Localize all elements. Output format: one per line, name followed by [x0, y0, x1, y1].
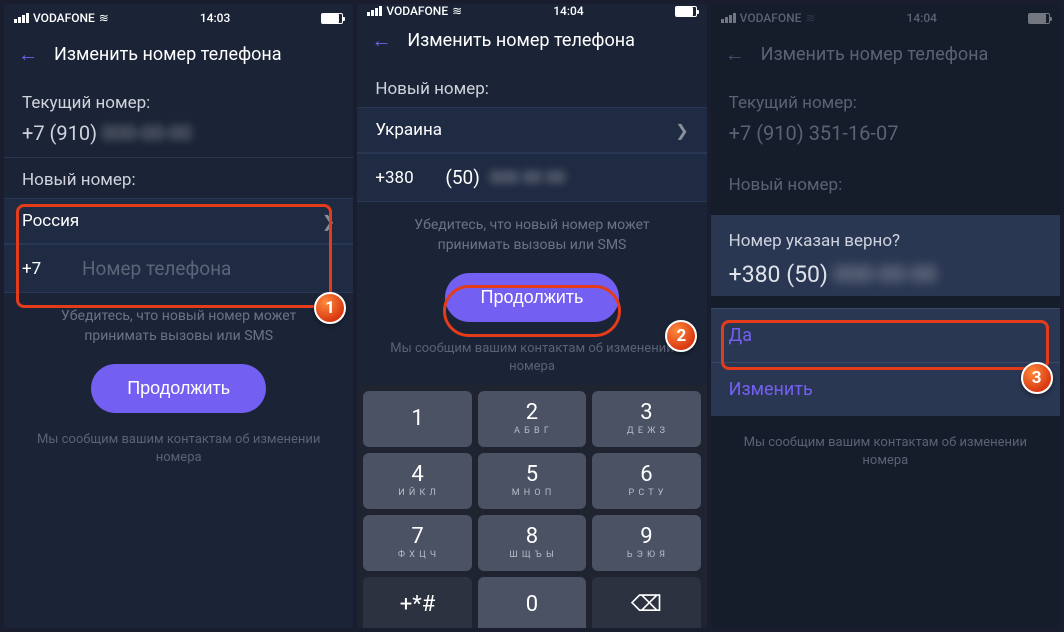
signal-icon: [721, 13, 736, 23]
chevron-right-icon: ❯: [675, 121, 688, 140]
chevron-right-icon: ❯: [322, 212, 335, 231]
page-title: Изменить номер телефона: [407, 30, 635, 51]
confirm-yes-button[interactable]: Да: [711, 308, 1060, 362]
phone-rest: 000 00 00: [490, 168, 565, 188]
keypad-key-5[interactable]: 5М Н О П: [478, 453, 586, 509]
confirm-edit-button[interactable]: Изменить: [711, 362, 1060, 416]
wifi-icon: ≋: [805, 11, 815, 25]
carrier: VODAFONE: [386, 4, 448, 18]
phone-input[interactable]: +7 Номер телефона: [4, 244, 353, 293]
status-bar: VODAFONE ≋ 14:04: [357, 4, 706, 18]
confirm-question: Номер указан верно?: [729, 231, 1042, 251]
keypad-key-9[interactable]: 9Ь Э Ю Я: [592, 515, 700, 571]
new-number-label: Новый номер:: [357, 67, 706, 107]
clock: 14:04: [553, 4, 583, 18]
new-number-label: Новый номер:: [4, 158, 353, 198]
step-badge-3: 3: [1021, 362, 1053, 394]
footer-note: Мы сообщим вашим контактам об изменении …: [357, 322, 706, 384]
footer-note: Мы сообщим вашим контактам об изменении …: [4, 413, 353, 485]
signal-icon: [367, 6, 382, 16]
keypad-key-7[interactable]: 7Ф Х Ц Ч: [363, 515, 471, 571]
current-number-label: Текущий номер:: [4, 81, 353, 121]
country-selector[interactable]: Украина ❯: [357, 107, 706, 153]
step-badge-1: 1: [314, 292, 346, 324]
status-bar: VODAFONE ≋ 14:04: [711, 4, 1060, 32]
status-bar: VODAFONE ≋ 14:03: [4, 4, 353, 32]
new-number-label: Новый номер:: [711, 157, 1060, 203]
back-icon[interactable]: ←: [371, 28, 391, 53]
keypad-key-8[interactable]: 8Ш Щ Ъ Ы: [478, 515, 586, 571]
battery-icon: [675, 6, 697, 17]
phone-area: (50): [445, 166, 479, 189]
battery-icon: [1028, 13, 1050, 24]
signal-icon: [14, 13, 29, 23]
current-number-value: +7 (910) 351-16-07: [711, 121, 1060, 157]
numeric-keypad: 12А Б В Г3Д Е Ж З 4И Й К Л5М Н О П6Р С Т …: [357, 385, 706, 628]
keypad-key-1[interactable]: 1: [363, 391, 471, 447]
carrier: VODAFONE: [33, 11, 95, 25]
keypad-key-0[interactable]: 0: [478, 577, 586, 628]
footer-note: Мы сообщим вашим контактам об изменении …: [711, 416, 1060, 488]
keypad-key-2[interactable]: 2А Б В Г: [478, 391, 586, 447]
back-icon[interactable]: ←: [18, 42, 38, 67]
hint-text: Убедитесь, что новый номер может принима…: [4, 293, 353, 346]
current-number-value: +7 (910) 000-00-00: [4, 121, 353, 157]
screen-3: VODAFONE ≋ 14:04 ← Изменить номер телефо…: [711, 4, 1060, 628]
nav-header: ← Изменить номер телефона: [711, 32, 1060, 81]
nav-header: ← Изменить номер телефона: [4, 32, 353, 81]
back-icon: ←: [725, 42, 745, 67]
keypad-key-+*#[interactable]: +*#: [363, 577, 471, 628]
phone-placeholder: Номер телефона: [82, 257, 231, 280]
confirm-number: +380 (50) 000-00-00: [729, 261, 1042, 288]
keypad-key-4[interactable]: 4И Й К Л: [363, 453, 471, 509]
continue-button[interactable]: Продолжить: [445, 273, 620, 322]
keypad-key-⌫[interactable]: ⌫: [592, 577, 700, 628]
confirm-panel: Номер указан верно? +380 (50) 000-00-00: [711, 215, 1060, 296]
keypad-key-6[interactable]: 6Р С Т У: [592, 453, 700, 509]
keypad-key-3[interactable]: 3Д Е Ж З: [592, 391, 700, 447]
current-number-label: Текущий номер:: [711, 81, 1060, 121]
continue-button[interactable]: Продолжить: [91, 364, 266, 413]
phone-input[interactable]: +380 (50) 000 00 00: [357, 153, 706, 202]
clock: 14:03: [200, 11, 230, 25]
carrier: VODAFONE: [740, 11, 802, 25]
wifi-icon: ≋: [99, 11, 109, 25]
page-title: Изменить номер телефона: [761, 44, 989, 65]
country-prefix: +380: [375, 168, 445, 188]
battery-icon: [321, 13, 343, 24]
hint-text: Убедитесь, что новый номер может принима…: [357, 202, 706, 255]
country-name: Украина: [375, 120, 442, 140]
wifi-icon: ≋: [452, 4, 462, 18]
screen-2: VODAFONE ≋ 14:04 ← Изменить номер телефо…: [357, 4, 706, 628]
page-title: Изменить номер телефона: [54, 44, 282, 65]
nav-header: ← Изменить номер телефона: [357, 18, 706, 67]
screen-1: VODAFONE ≋ 14:03 ← Изменить номер телефо…: [4, 4, 353, 628]
country-name: Россия: [22, 211, 79, 231]
country-prefix: +7: [22, 259, 82, 279]
clock: 14:04: [907, 11, 937, 25]
country-selector[interactable]: Россия ❯: [4, 198, 353, 244]
